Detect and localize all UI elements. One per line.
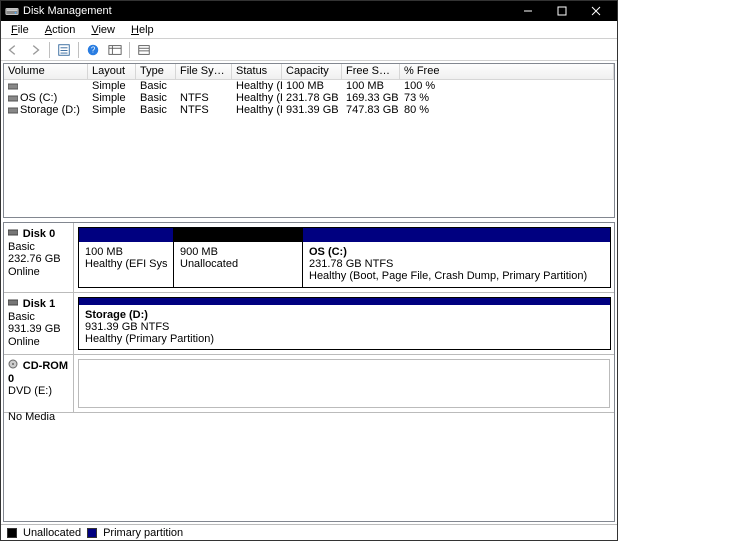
partition[interactable]: 100 MB Healthy (EFI System Part — [78, 227, 174, 288]
volume-icon — [8, 105, 18, 115]
disk-info[interactable]: Disk 0 Basic 232.76 GB Online — [4, 223, 74, 292]
disk-row: Disk 1 Basic 931.39 GB Online Storage (D… — [4, 293, 614, 355]
partition-bar — [79, 298, 610, 305]
volume-list-body[interactable]: Simple Basic Healthy (E... 100 MB 100 MB… — [4, 80, 614, 217]
volume-icon — [8, 93, 18, 103]
app-icon — [5, 4, 19, 18]
volume-list-pane: Volume Layout Type File System Status Ca… — [3, 63, 615, 218]
minimize-button[interactable] — [511, 1, 545, 21]
disk-name: Disk 1 — [23, 298, 55, 310]
col-type[interactable]: Type — [136, 64, 176, 79]
partition-unallocated[interactable]: 900 MB Unallocated — [173, 227, 303, 288]
disk-partitions-empty[interactable] — [78, 359, 610, 408]
window-title: Disk Management — [23, 5, 112, 17]
partition-title: OS (C:) — [309, 246, 347, 258]
legend-bar: Unallocated Primary partition — [1, 524, 617, 540]
disk-info[interactable]: CD-ROM 0 DVD (E:) No Media — [4, 355, 74, 412]
help-button[interactable]: ? — [83, 41, 103, 59]
menu-action[interactable]: Action — [37, 23, 84, 37]
partition-bar — [174, 228, 302, 242]
cdrom-icon — [8, 361, 21, 372]
back-button[interactable] — [3, 41, 23, 59]
table-row[interactable]: Simple Basic Healthy (E... 100 MB 100 MB… — [4, 80, 614, 92]
disk-row: CD-ROM 0 DVD (E:) No Media — [4, 355, 614, 413]
col-status[interactable]: Status — [232, 64, 282, 79]
partition-bar — [79, 228, 173, 242]
title-bar[interactable]: Disk Management — [1, 1, 617, 21]
toolbar-list-button[interactable] — [134, 41, 154, 59]
toolbar-details-button[interactable] — [105, 41, 125, 59]
column-headers: Volume Layout Type File System Status Ca… — [4, 64, 614, 80]
swatch-primary — [87, 528, 97, 538]
swatch-unallocated — [7, 528, 17, 538]
col-volume[interactable]: Volume — [4, 64, 88, 79]
legend-label: Unallocated — [23, 527, 81, 539]
col-capacity[interactable]: Capacity — [282, 64, 342, 79]
disk-info[interactable]: Disk 1 Basic 931.39 GB Online — [4, 293, 74, 354]
menu-bar: File Action View Help — [1, 21, 617, 39]
disk-partitions: Storage (D:) 931.39 GB NTFS Healthy (Pri… — [74, 293, 614, 354]
disk-graphic-pane: Disk 0 Basic 232.76 GB Online 100 MB Hea… — [3, 222, 615, 522]
menu-view[interactable]: View — [83, 23, 123, 37]
partition-bar — [303, 228, 610, 242]
disk-row: Disk 0 Basic 232.76 GB Online 100 MB Hea… — [4, 223, 614, 293]
table-row[interactable]: Storage (D:) Simple Basic NTFS Healthy (… — [4, 104, 614, 116]
disk-partitions: 100 MB Healthy (EFI System Part 900 MB U… — [74, 223, 614, 292]
forward-button[interactable] — [25, 41, 45, 59]
legend-label: Primary partition — [103, 527, 183, 539]
disk-icon — [8, 229, 21, 240]
maximize-button[interactable] — [545, 1, 579, 21]
col-filesystem[interactable]: File System — [176, 64, 232, 79]
partition[interactable]: Storage (D:) 931.39 GB NTFS Healthy (Pri… — [78, 297, 611, 350]
col-pctfree[interactable]: % Free — [400, 64, 614, 79]
svg-text:?: ? — [91, 45, 96, 54]
menu-file[interactable]: File — [3, 23, 37, 37]
toolbar: ? — [1, 39, 617, 61]
disk-name: Disk 0 — [23, 228, 55, 240]
volume-icon — [8, 81, 18, 91]
toolbar-settings-button[interactable] — [54, 41, 74, 59]
col-layout[interactable]: Layout — [88, 64, 136, 79]
disk-management-window: Disk Management File Action View Help — [0, 0, 618, 541]
partition[interactable]: OS (C:) 231.78 GB NTFS Healthy (Boot, Pa… — [302, 227, 611, 288]
col-freespace[interactable]: Free Spa... — [342, 64, 400, 79]
partition-title: Storage (D:) — [85, 309, 148, 321]
table-row[interactable]: OS (C:) Simple Basic NTFS Healthy (B... … — [4, 92, 614, 104]
disk-icon — [8, 299, 21, 310]
menu-help[interactable]: Help — [123, 23, 162, 37]
close-button[interactable] — [579, 1, 613, 21]
